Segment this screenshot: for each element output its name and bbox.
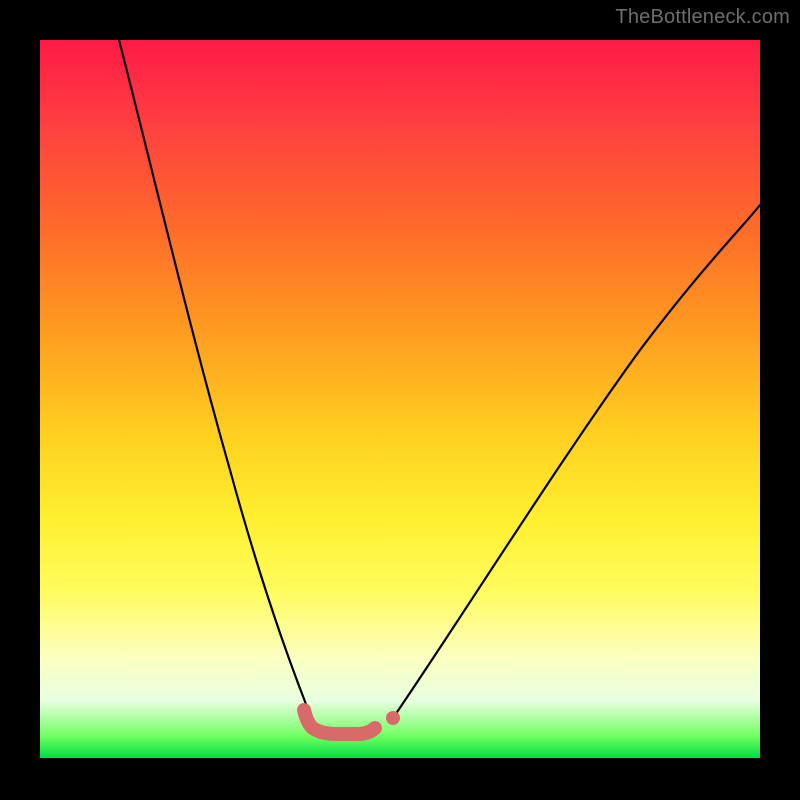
curve-layer: [40, 40, 760, 758]
valley-accent: [304, 710, 375, 734]
left-curve: [119, 40, 315, 727]
chart-frame: TheBottleneck.com: [0, 0, 800, 800]
plot-area: [40, 40, 760, 758]
watermark-text: TheBottleneck.com: [615, 6, 790, 29]
valley-endpoint-dot: [386, 711, 400, 725]
right-curve: [393, 205, 760, 718]
